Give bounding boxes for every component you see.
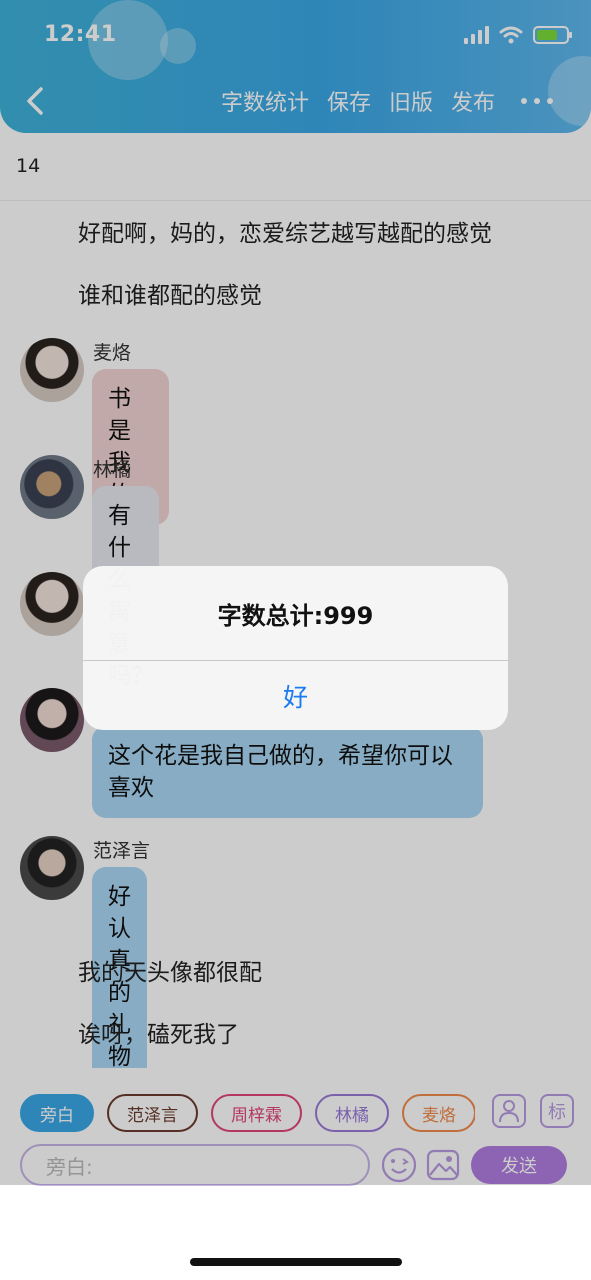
home-indicator[interactable] [190,1258,402,1266]
alert-title: 字数总计:999 [217,602,374,630]
panel-backdrop [0,1068,591,1185]
composer-panel: 旁白 范泽言 周梓霖 林橘 麦烙 标 旁白: 发送 [0,1068,591,1280]
alert-ok-button[interactable]: 好 [83,661,508,730]
screen: 12:41 字数统计 保存 旧版 发布 14 好配啊，妈的，恋爱综艺越写越配的感… [0,0,591,1280]
word-count-alert: 字数总计:999 好 [83,566,508,730]
